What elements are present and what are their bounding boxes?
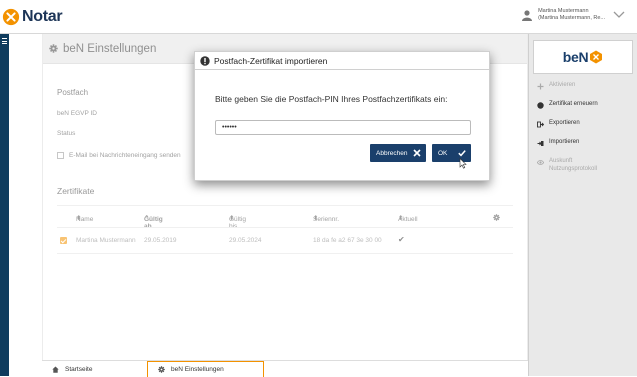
certificate-icon — [537, 101, 544, 109]
action-label: Exportieren — [549, 120, 580, 126]
action-label: Aktivieren — [549, 82, 576, 88]
tab-startseite[interactable]: Startseite — [42, 361, 147, 377]
user-detail: (Martina Mustermann, Re... — [538, 15, 605, 21]
ok-button-label: OK — [438, 149, 448, 157]
action-activate[interactable]: Aktivieren — [537, 82, 575, 90]
home-icon — [52, 366, 59, 373]
action-label: Auskunft Nutzungsprotokoll — [549, 158, 598, 172]
user-icon — [522, 9, 533, 21]
user-info: Martina Mustermann (Martina Mustermann, … — [538, 8, 605, 22]
ben-logo-text: beN — [562, 49, 589, 65]
alert-icon — [200, 55, 210, 66]
user-menu[interactable]: Martina Mustermann (Martina Mustermann, … — [522, 8, 625, 22]
mouse-cursor-icon — [459, 158, 467, 169]
app-logo[interactable]: Notar — [2, 8, 63, 26]
import-certificate-dialog: Postfach-Zertifikat importieren Bitte ge… — [194, 51, 490, 181]
tab-ben-einstellungen[interactable]: beN Einstellungen — [147, 361, 264, 377]
action-export[interactable]: Exportieren — [537, 120, 580, 128]
action-label: Importieren — [549, 139, 580, 145]
import-icon — [537, 140, 544, 146]
eye-icon — [537, 159, 544, 165]
user-name: Martina Mustermann — [538, 8, 589, 14]
left-nav-bar — [0, 34, 9, 376]
app-name: Notar — [22, 8, 63, 25]
tab-label: Startseite — [65, 365, 93, 373]
action-import[interactable]: Importieren — [537, 139, 579, 147]
plus-icon — [537, 83, 544, 89]
chevron-down-icon[interactable] — [613, 11, 625, 19]
action-panel: beN Aktivieren Zertifikat erneuern Expor… — [528, 34, 637, 376]
cancel-button[interactable]: Abbrechen — [370, 144, 426, 162]
checkmark-icon — [458, 150, 466, 157]
tab-label: beN Einstellungen — [171, 366, 224, 373]
pin-input[interactable] — [215, 120, 471, 135]
cancel-button-label: Abbrechen — [376, 149, 408, 157]
close-icon — [413, 149, 421, 157]
bottom-tab-bar: Startseite beN Einstellungen — [42, 360, 528, 377]
action-usage-log[interactable]: Auskunft Nutzungsprotokoll — [537, 158, 611, 173]
action-label: Zertifikat erneuern — [549, 101, 598, 107]
dialog-header: Postfach-Zertifikat importieren — [195, 52, 489, 70]
hamburger-menu-icon[interactable] — [2, 38, 7, 46]
gear-icon — [158, 366, 165, 373]
ben-logo-mark-icon — [590, 50, 603, 64]
export-icon — [537, 121, 544, 127]
dialog-message: Bitte geben Sie die Postfach-PIN Ihres P… — [215, 94, 448, 104]
dialog-title: Postfach-Zertifikat importieren — [214, 55, 328, 66]
top-bar: Notar Martina Mustermann (Martina Muster… — [0, 0, 637, 34]
action-renew-certificate[interactable]: Zertifikat erneuern — [537, 101, 598, 109]
ben-logo: beN — [533, 40, 633, 74]
notar-logo-icon — [2, 8, 20, 26]
